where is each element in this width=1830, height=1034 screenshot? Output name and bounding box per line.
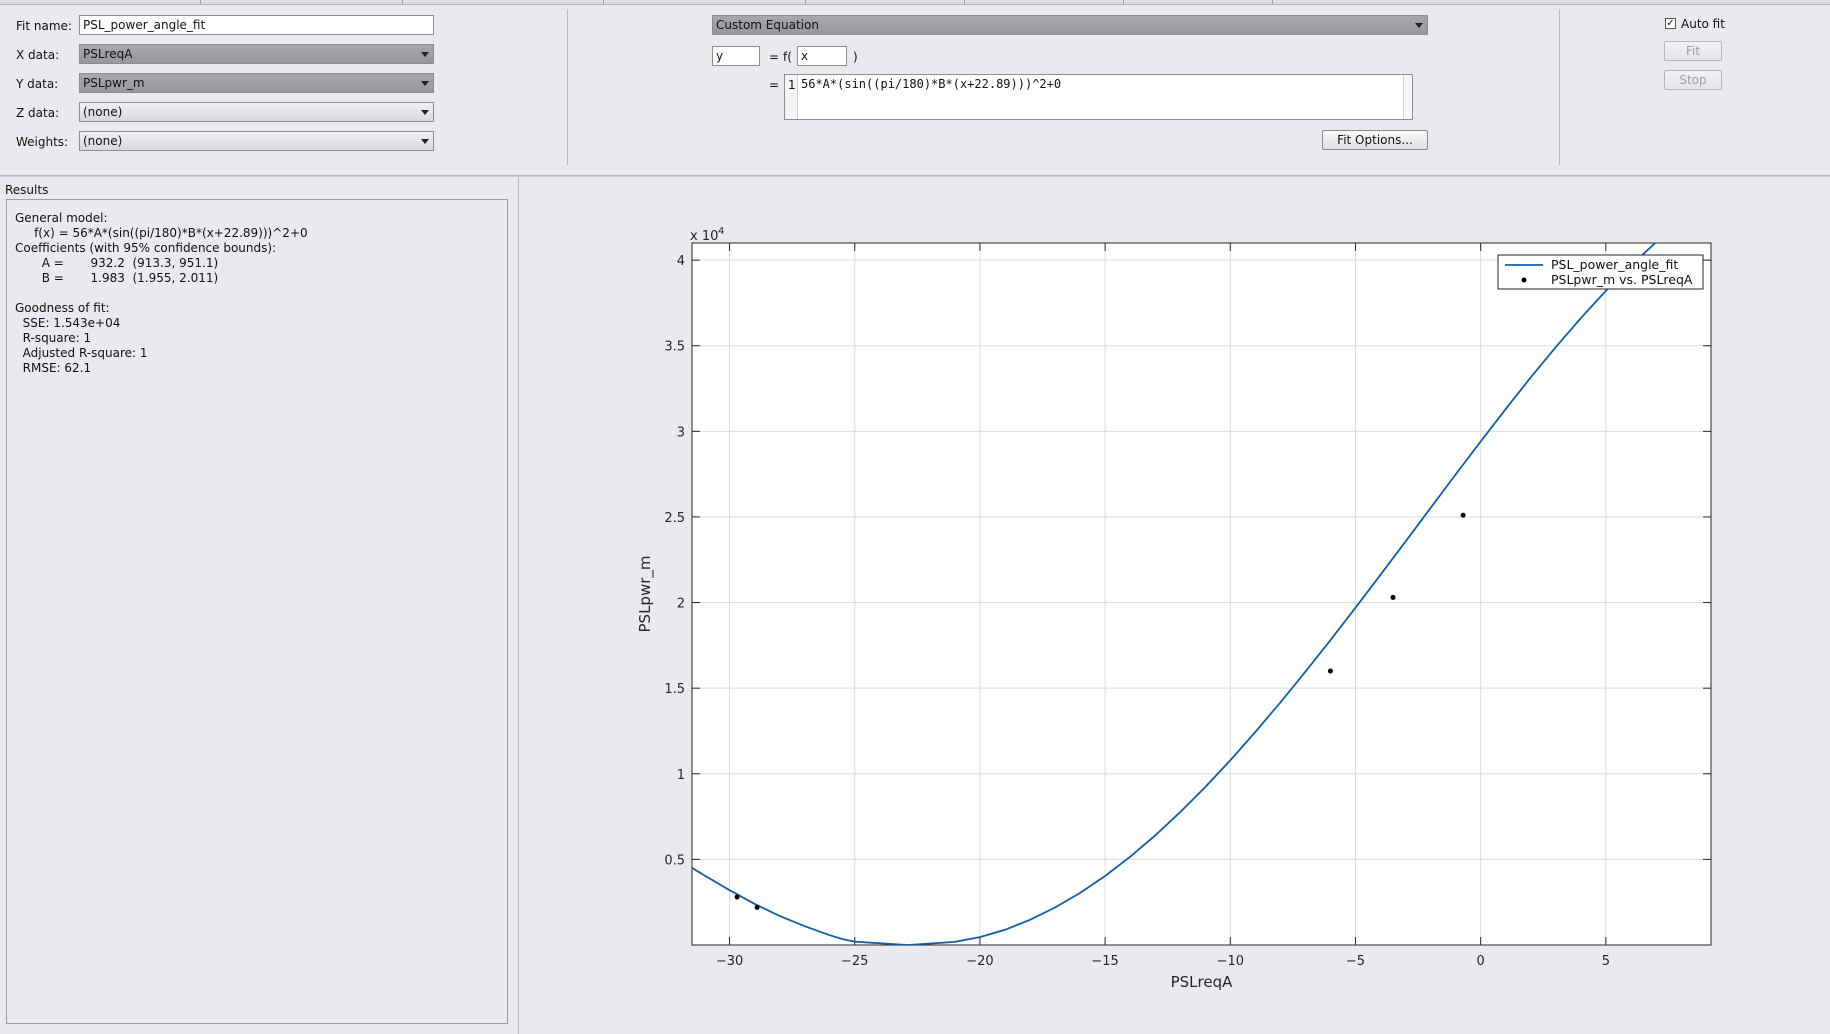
column-separator <box>567 9 568 165</box>
results-line: R-square: 1 <box>15 331 92 345</box>
legend-label: PSL_power_angle_fit <box>1551 257 1678 272</box>
x-tick-label: 5 <box>1602 954 1610 969</box>
stop-button[interactable]: Stop <box>1664 70 1722 90</box>
results-line: Coefficients (with 95% confidence bounds… <box>15 241 277 255</box>
column-separator <box>1559 9 1560 165</box>
y-tick-label: 1 <box>677 768 685 783</box>
fit-plot[interactable]: −30 −25 −20 −15 −10 −5 0 50.511.522.533.54x 10 4… <box>519 177 1830 1034</box>
results-line: f(x) = 56*A*(sin((pi/180)*B*(x+22.89)))^… <box>15 226 308 240</box>
x-tick-label: −20 <box>966 954 993 969</box>
expression-equals-label: = <box>769 78 780 92</box>
y-tick-label: 3 <box>677 425 685 440</box>
fit-name-input[interactable]: PSL_power_angle_fit <box>79 15 434 35</box>
x-data-label: X data: <box>16 48 60 62</box>
chevron-down-icon <box>421 110 429 115</box>
x-tick-label: −15 <box>1091 954 1118 969</box>
weights-select[interactable]: (none) <box>79 131 434 151</box>
expression-scrollbar[interactable] <box>1403 75 1412 119</box>
x-tick-label: −30 <box>716 954 743 969</box>
data-point <box>1460 512 1466 518</box>
x-data-value: PSLreqA <box>83 47 133 61</box>
function-close-label: ) <box>853 50 858 64</box>
y-tick-label: 0.5 <box>664 853 685 868</box>
plot-area[interactable] <box>692 243 1711 945</box>
z-data-label: Z data: <box>16 106 60 120</box>
fit-settings-panel: Fit name: PSL_power_angle_fit X data: PS… <box>0 5 1830 176</box>
expression-editor[interactable]: 1 56*A*(sin((pi/180)*B*(x+22.89)))^2+0 <box>784 74 1413 120</box>
expression-text[interactable]: 56*A*(sin((pi/180)*B*(x+22.89)))^2+0 <box>801 77 1061 91</box>
y-exponent-power: 4 <box>718 226 724 237</box>
y-tick-label: 1.5 <box>664 682 685 697</box>
x-tick-label: −25 <box>841 954 868 969</box>
z-data-select[interactable]: (none) <box>79 102 434 122</box>
y-tick-label: 3.5 <box>664 340 685 355</box>
x-tick-label: −10 <box>1217 954 1244 969</box>
chevron-down-icon <box>421 139 429 144</box>
y-data-label: Y data: <box>16 77 59 91</box>
equation-type-value: Custom Equation <box>716 18 819 32</box>
fit-name-label: Fit name: <box>16 19 72 33</box>
y-data-select[interactable]: PSLpwr_m <box>79 73 434 93</box>
function-open-label: f( <box>783 50 792 64</box>
weights-value: (none) <box>83 134 123 148</box>
x-axis-label: PSLreqA <box>1171 973 1234 991</box>
checkmark-icon: ✓ <box>1666 18 1675 29</box>
fit-options-button[interactable]: Fit Options... <box>1322 130 1428 150</box>
auto-fit-checkbox[interactable]: ✓ <box>1665 18 1676 29</box>
data-point <box>734 894 740 900</box>
data-point <box>1327 668 1333 674</box>
y-tick-label: 4 <box>677 254 685 269</box>
weights-label: Weights: <box>16 135 69 149</box>
equation-type-select[interactable]: Custom Equation <box>712 15 1428 35</box>
results-line: General model: <box>15 211 108 225</box>
auto-fit-label: Auto fit <box>1681 17 1725 31</box>
results-title: Results <box>5 183 49 197</box>
results-line: RMSE: 62.1 <box>15 361 92 375</box>
results-line: Goodness of fit: <box>15 301 110 315</box>
results-line: SSE: 1.543e+04 <box>15 316 121 330</box>
chevron-down-icon <box>421 81 429 86</box>
y-data-value: PSLpwr_m <box>83 76 145 90</box>
independent-variable-input[interactable]: x <box>797 46 847 66</box>
y-axis-label: PSLpwr_m <box>636 556 655 633</box>
dependent-variable-input[interactable]: y <box>712 46 760 66</box>
results-text-area[interactable]: General model: f(x) = 56*A*(sin((pi/180)… <box>6 199 508 1024</box>
z-data-value: (none) <box>83 105 123 119</box>
y-tick-label: 2 <box>677 597 685 612</box>
fit-button[interactable]: Fit <box>1664 41 1722 61</box>
legend-marker-swatch <box>1521 277 1527 283</box>
data-point <box>1390 594 1396 600</box>
legend-label: PSLpwr_m vs. PSLreqA <box>1551 272 1693 287</box>
chevron-down-icon <box>1415 23 1423 28</box>
data-point <box>754 904 760 910</box>
y-tick-label: 2.5 <box>664 511 685 526</box>
equals-label: = <box>769 50 780 64</box>
chevron-down-icon <box>421 52 429 57</box>
results-line: Adjusted R-square: 1 <box>15 346 148 360</box>
line-number: 1 <box>788 78 796 92</box>
x-tick-label: 0 <box>1477 954 1485 969</box>
results-line: B = 1.983 (1.955, 2.011) <box>15 271 219 285</box>
x-data-select[interactable]: PSLreqA <box>79 44 434 64</box>
results-line: A = 932.2 (913.3, 951.1) <box>15 256 219 270</box>
y-exponent-label: x 10 <box>690 229 718 244</box>
x-tick-label: −5 <box>1346 954 1365 969</box>
